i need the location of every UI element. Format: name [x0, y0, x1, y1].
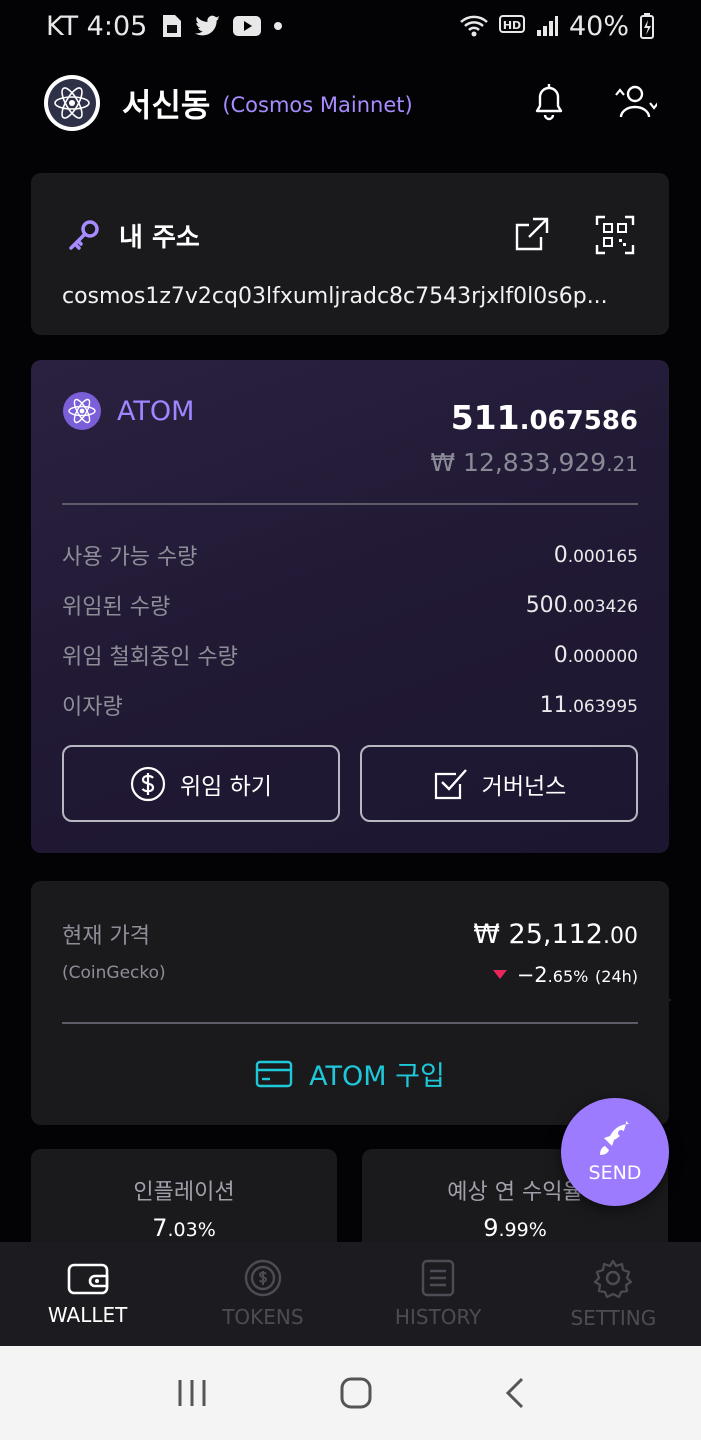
divider — [62, 1022, 638, 1024]
nav-tokens-label: TOKENS — [222, 1305, 304, 1329]
back-icon[interactable] — [504, 1376, 526, 1410]
current-price-value: ₩ 25,112.00 — [473, 919, 638, 950]
wallet-name[interactable]: 서신동 — [122, 80, 210, 126]
qr-code-icon[interactable] — [595, 215, 635, 259]
unbonding-row: 위임 철회중인 수량 0.000000 — [62, 630, 638, 680]
change-period: (24h) — [595, 967, 638, 986]
battery-percent: 40% — [568, 10, 629, 42]
history-icon — [421, 1259, 455, 1297]
atom-krw-int: ₩ 12,833,929 — [430, 448, 607, 477]
send-button[interactable]: SEND — [561, 1098, 669, 1206]
atom-balance-card: ATOM 511.067586 ₩ 12,833,929.21 사용 가능 수량… — [31, 360, 669, 853]
price-change: −2.65% (24h) — [492, 963, 638, 987]
current-price-label: 현재 가격 — [62, 924, 150, 949]
down-arrow-icon — [492, 970, 507, 980]
change-value: −2 — [516, 963, 548, 987]
balance-breakdown: 사용 가능 수량 0.000165 위임된 수량 500.003426 위임 철… — [62, 530, 638, 730]
unbonding-value: 0.000000 — [553, 642, 638, 668]
recent-apps-icon[interactable] — [176, 1378, 208, 1408]
bell-icon[interactable] — [531, 81, 567, 125]
divider — [62, 503, 638, 505]
price-source: (CoinGecko) — [62, 963, 166, 983]
delegated-row: 위임된 수량 500.003426 — [62, 580, 638, 630]
signal-icon — [535, 14, 559, 38]
gear-icon — [593, 1258, 633, 1298]
available-row: 사용 가능 수량 0.000165 — [62, 530, 638, 580]
nav-wallet[interactable]: WALLET — [0, 1242, 175, 1346]
atom-total-int: 511 — [450, 398, 520, 437]
inflation-label: 인플레이션 — [133, 1180, 235, 1205]
atom-total-dec: .067586 — [519, 406, 638, 436]
dollar-circle-icon — [130, 766, 166, 802]
delegate-button[interactable]: 위임 하기 — [62, 745, 340, 822]
hd-voice-icon: HD — [498, 15, 525, 37]
apr-value: 9.99% — [483, 1214, 547, 1242]
delegated-value: 500.003426 — [525, 592, 638, 618]
nav-tokens[interactable]: TOKENS — [175, 1242, 350, 1346]
sim-icon — [159, 13, 183, 39]
nav-setting[interactable]: SETTING — [526, 1242, 701, 1346]
notification-dot-icon — [273, 21, 283, 31]
nav-history[interactable]: HISTORY — [351, 1242, 526, 1346]
cosmos-logo-icon — [44, 75, 100, 131]
buy-atom-label: ATOM 구입 — [309, 1061, 445, 1092]
address-title: 내 주소 — [119, 223, 200, 253]
tokens-icon — [244, 1259, 282, 1297]
youtube-icon — [233, 16, 262, 36]
switch-account-icon[interactable] — [613, 81, 659, 125]
governance-label: 거버넌스 — [481, 773, 567, 800]
wallet-address[interactable]: cosmos1z7v2cq03lfxumljradc8c7543rjxlf0l0… — [62, 284, 642, 309]
reward-row: 이자량 11.063995 — [62, 680, 638, 730]
atom-krw-value: ₩ 12,833,929.21 — [430, 448, 638, 477]
twitter-icon — [195, 15, 221, 37]
app-header: 서신동 (Cosmos Mainnet) — [0, 68, 701, 138]
bottom-navigation: WALLET TOKENS HISTORY SETTING — [0, 1242, 701, 1346]
key-icon — [67, 219, 101, 253]
external-link-icon[interactable] — [513, 215, 551, 259]
unbonding-label: 위임 철회중인 수량 — [62, 645, 238, 670]
atom-token-name: ATOM — [117, 396, 195, 427]
status-bar: KT 4:05 HD 40% — [0, 0, 701, 52]
battery-charging-icon — [639, 13, 655, 39]
address-card: 내 주소 cosmos1z7v2cq03lfxumljradc8c7543rjx… — [31, 173, 669, 335]
available-value: 0.000165 — [553, 542, 638, 568]
home-icon[interactable] — [339, 1376, 373, 1410]
wallet-icon — [67, 1261, 109, 1295]
wifi-icon — [459, 14, 489, 38]
inflation-value: 7.03% — [152, 1214, 216, 1242]
price-card: 현재 가격 (CoinGecko) ₩ 25,112.00 −2.65% (24… — [31, 881, 669, 1125]
send-label: SEND — [588, 1162, 642, 1184]
available-label: 사용 가능 수량 — [62, 545, 198, 570]
atom-total-balance: 511.067586 — [451, 398, 638, 437]
delegate-label: 위임 하기 — [180, 773, 272, 800]
reward-value: 11.063995 — [539, 692, 638, 718]
buy-atom-button[interactable]: ATOM 구입 — [31, 1054, 669, 1093]
atom-token-icon — [62, 391, 102, 431]
chain-name: (Cosmos Mainnet) — [222, 93, 413, 117]
reward-label: 이자량 — [62, 695, 123, 720]
nav-history-label: HISTORY — [394, 1305, 482, 1329]
nav-wallet-label: WALLET — [47, 1303, 128, 1327]
system-navigation-bar — [0, 1346, 701, 1440]
delegated-label: 위임된 수량 — [62, 595, 171, 620]
checkbox-icon — [432, 766, 468, 802]
nav-setting-label: SETTING — [570, 1306, 657, 1330]
carrier-time: KT 4:05 — [46, 10, 148, 42]
atom-krw-dec: .21 — [606, 452, 638, 476]
svg-text:HD: HD — [503, 19, 521, 32]
governance-button[interactable]: 거버넌스 — [360, 745, 638, 822]
rocket-icon — [595, 1120, 635, 1160]
credit-card-icon — [255, 1059, 293, 1089]
